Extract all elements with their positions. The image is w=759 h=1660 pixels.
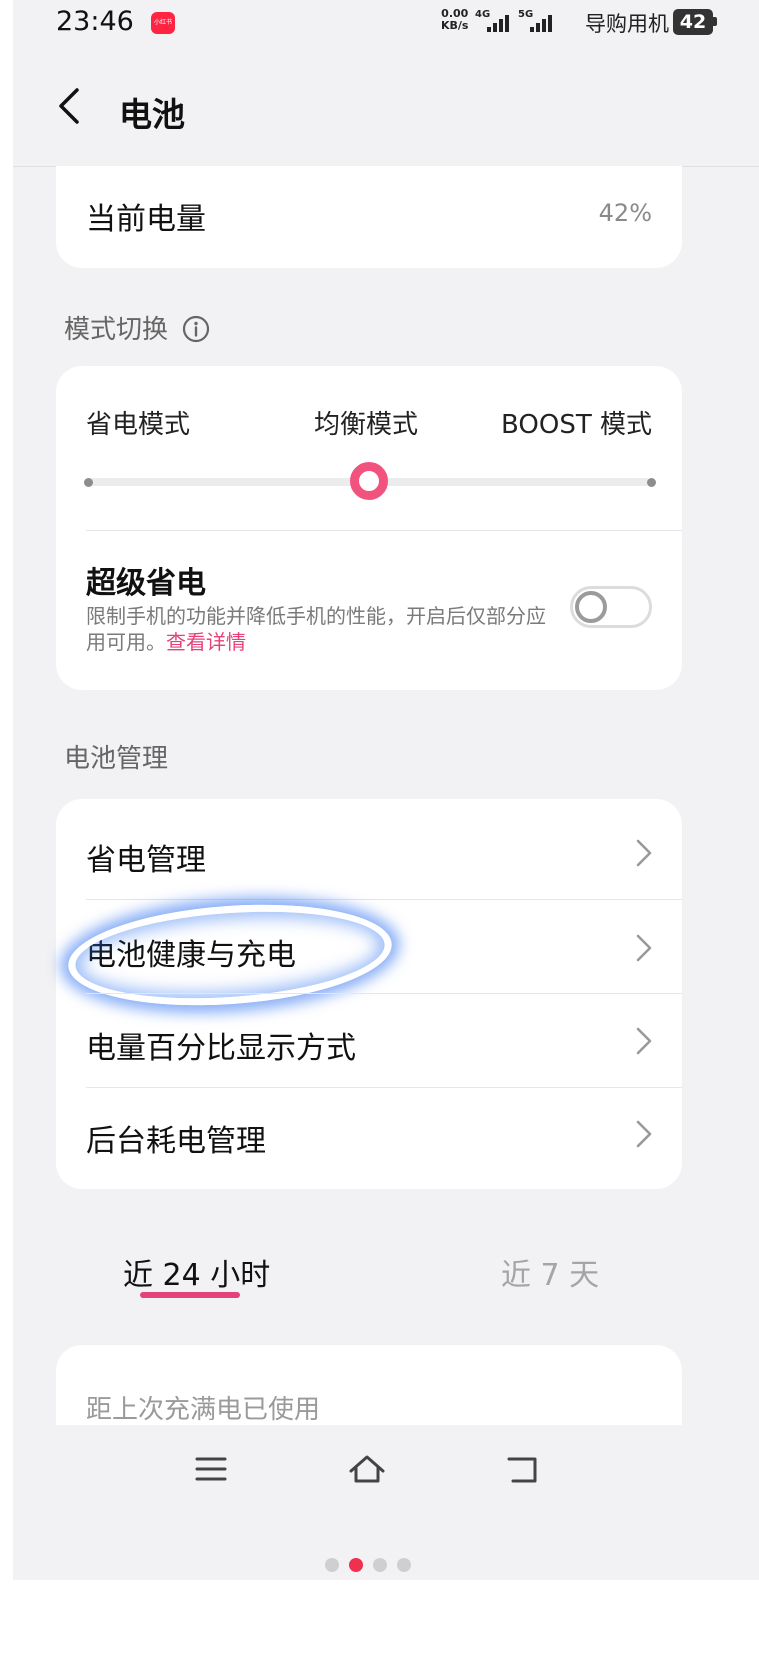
- home-icon[interactable]: [347, 1449, 387, 1489]
- page-indicator: [325, 1558, 411, 1572]
- divider: [86, 530, 682, 531]
- app-notification-icon: 小红书: [151, 12, 175, 34]
- mode-option-power-saving[interactable]: 省电模式: [86, 404, 190, 441]
- status-time: 23:46: [56, 6, 134, 37]
- chevron-right-icon: [636, 839, 652, 867]
- back-icon[interactable]: [505, 1449, 545, 1489]
- toggle-knob: [575, 591, 607, 623]
- status-bar: 23:46 小红书 0.00 KB/s 4G 5G 导购用机 42: [13, 0, 759, 50]
- mode-option-balanced[interactable]: 均衡模式: [314, 404, 418, 441]
- menu-icon[interactable]: [191, 1449, 231, 1489]
- chevron-right-icon: [636, 934, 652, 962]
- active-tab-indicator: [140, 1292, 240, 1298]
- mode-slider-thumb[interactable]: [350, 462, 388, 500]
- battery-icon: 42: [673, 9, 713, 35]
- mode-section-label: 模式切换: [64, 309, 210, 346]
- sim2-signal-icon: [530, 14, 552, 32]
- current-battery-value: 42%: [598, 199, 652, 227]
- menu-item-battery-percentage-display[interactable]: 电量百分比显示方式: [56, 994, 682, 1087]
- menu-item-power-saving-management[interactable]: 省电管理: [56, 799, 682, 899]
- tab-24-hours[interactable]: 近 24 小时: [123, 1250, 270, 1294]
- phone-screen: 23:46 小红书 0.00 KB/s 4G 5G 导购用机 42 电池 当前电…: [13, 0, 759, 1580]
- current-battery-label: 当前电量: [86, 202, 206, 237]
- usage-card-label: 距上次充满电已使用: [86, 1395, 321, 1425]
- carrier-name: 导购用机: [585, 12, 669, 36]
- tab-7-days[interactable]: 近 7 天: [501, 1250, 599, 1294]
- network-speed: 0.00 KB/s: [441, 8, 468, 32]
- page-dot: [325, 1558, 339, 1572]
- navigation-bar: [13, 1425, 759, 1510]
- mode-option-boost[interactable]: BOOST 模式: [501, 404, 652, 441]
- view-details-link[interactable]: 查看详情: [166, 630, 246, 654]
- chevron-right-icon: [636, 1120, 652, 1148]
- menu-item-label: 电池健康与充电: [86, 938, 296, 973]
- mode-card: 省电模式 均衡模式 BOOST 模式 超级省电 限制手机的功能并降低手机的性能，…: [56, 366, 682, 690]
- menu-item-label: 省电管理: [86, 843, 206, 878]
- menu-item-label: 电量百分比显示方式: [86, 1031, 356, 1066]
- menu-item-label: 后台耗电管理: [86, 1124, 266, 1159]
- menu-item-battery-health-charging[interactable]: 电池健康与充电: [56, 894, 682, 1016]
- battery-management-label: 电池管理: [64, 744, 169, 774]
- slider-end-right: [647, 478, 656, 487]
- super-saver-desc-text: 限制手机的功能并降低手机的性能，开启后仅部分应用可用。: [86, 604, 546, 654]
- battery-management-card: 省电管理 电池健康与充电 电量百分比显示方式 后台耗电管理: [56, 799, 682, 1189]
- back-arrow-icon[interactable]: [51, 86, 91, 126]
- title-bar: 电池: [13, 50, 759, 167]
- current-battery-card: 当前电量 42%: [56, 166, 682, 268]
- info-icon[interactable]: [182, 315, 210, 343]
- page-title: 电池: [119, 95, 185, 134]
- page-dot-active: [349, 1558, 363, 1572]
- network-speed-unit: KB/s: [441, 19, 469, 32]
- chevron-right-icon: [636, 1027, 652, 1055]
- slider-end-left: [84, 478, 93, 487]
- super-saver-description: 限制手机的功能并降低手机的性能，开启后仅部分应用可用。查看详情: [86, 603, 556, 655]
- battery-tip: [713, 17, 717, 26]
- mode-section-title: 模式切换: [64, 315, 169, 345]
- super-saver-toggle[interactable]: [570, 586, 652, 628]
- page-dot: [373, 1558, 387, 1572]
- page-dot: [397, 1558, 411, 1572]
- sim1-signal-icon: [487, 14, 509, 32]
- super-saver-title: 超级省电: [86, 566, 206, 601]
- menu-item-background-power-management[interactable]: 后台耗电管理: [56, 1088, 682, 1188]
